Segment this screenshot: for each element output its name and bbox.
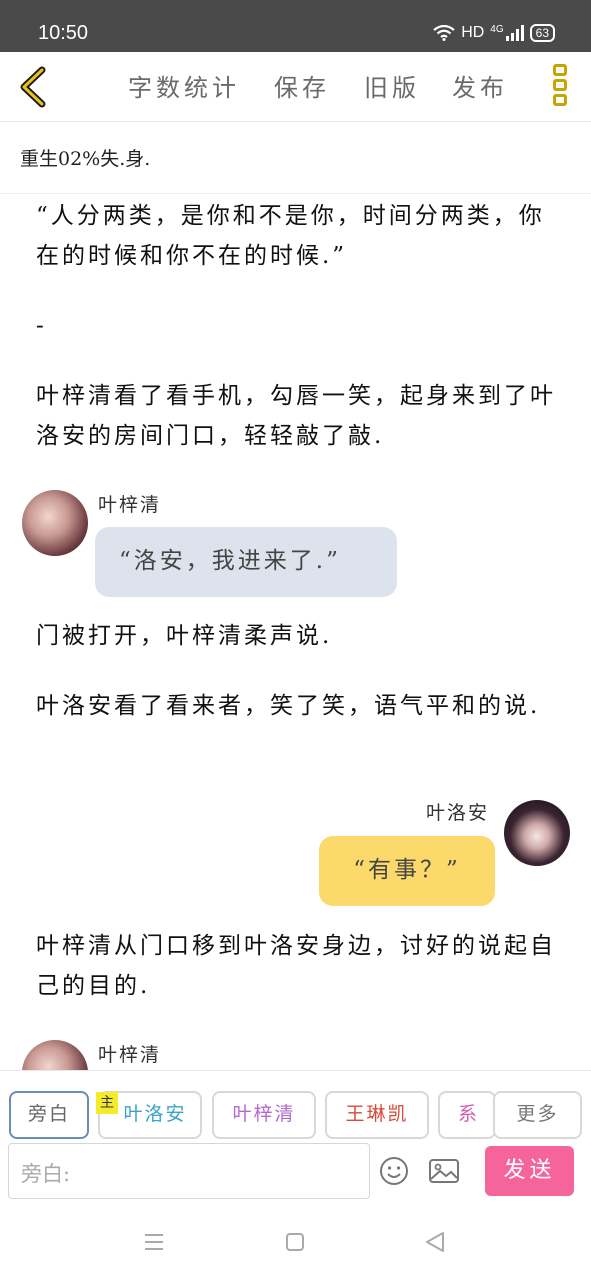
role-tab-system[interactable]: 系统 [438,1091,496,1139]
paragraph-dash: - [36,313,47,339]
status-icons: HD 4G 63 [433,24,555,42]
speaker-name: 叶洛安 [426,802,490,824]
composer-panel: 旁白 叶洛安 主 叶梓清 王琳凯 系统 更多 旁白: 发送 [0,1070,591,1200]
speaker-name: 叶梓清 [98,494,162,516]
message-input[interactable]: 旁白: [8,1143,370,1199]
menu-icon[interactable] [138,1226,170,1258]
network-type: 4G [490,24,504,35]
signal-icon [505,25,524,41]
word-count-button[interactable]: 字数统计 [128,68,240,103]
role-tab-narration[interactable]: 旁白 [9,1091,89,1139]
paragraph: 叶梓清看了看手机，勾唇一笑，起身来到了叶洛安的房间门口，轻轻敲了敲. [36,383,556,449]
story-content[interactable]: “人分两类，是你和不是你，时间分两类，你在的时候和你不在的时候.” - 叶梓清看… [0,194,591,1070]
more-roles-button[interactable]: 更多 [493,1091,582,1139]
image-icon[interactable] [428,1155,460,1187]
hd-label: HD [461,24,485,41]
save-button[interactable]: 保存 [274,68,330,103]
avatar[interactable] [22,490,88,556]
paragraph: 叶洛安看了看来者，笑了笑，语气平和的说. [36,693,541,719]
role-tab-ye-ziqing[interactable]: 叶梓清 [212,1091,316,1139]
back-chevron-icon[interactable] [14,64,54,110]
role-tab-wang-linkai[interactable]: 王琳凯 [325,1091,429,1139]
message-bubble[interactable]: “有事？” [319,836,495,906]
chapter-title[interactable]: 重生02%失.身. [20,144,150,171]
publish-button[interactable]: 发布 [452,68,508,103]
editor-toolbar: 字数统计 保存 旧版 发布 [0,52,591,122]
back-icon[interactable] [419,1226,451,1258]
speaker-name: 叶梓清 [98,1044,162,1066]
status-time: 10:50 [38,22,89,44]
avatar[interactable] [504,800,570,866]
wifi-icon [433,25,455,41]
main-role-badge: 主 [96,1092,118,1114]
paragraph: 叶梓清从门口移到叶洛安身边，讨好的说起自己的目的. [36,933,556,999]
battery-icon: 63 [529,24,555,42]
paragraph: 门被打开，叶梓清柔声说. [36,623,333,649]
old-version-button[interactable]: 旧版 [364,68,420,103]
chapter-header: 重生02%失.身. [0,122,591,194]
message-bubble[interactable]: “洛安，我进来了.” [95,527,397,597]
more-menu-icon[interactable] [548,64,572,114]
system-nav-bar [0,1200,591,1280]
send-button[interactable]: 发送 [485,1146,574,1196]
paragraph: “人分两类，是你和不是你，时间分两类，你在的时候和你不在的时候.” [36,203,545,269]
status-bar: 10:50 HD 4G 63 [0,0,591,52]
emoji-icon[interactable] [378,1155,410,1187]
home-icon[interactable] [279,1226,311,1258]
avatar[interactable] [22,1040,88,1070]
